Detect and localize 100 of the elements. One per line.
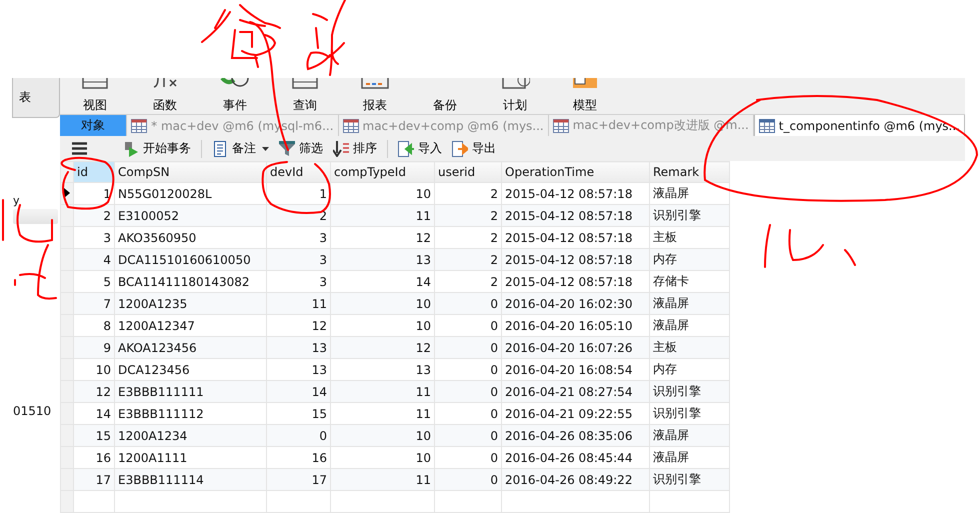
model-icon [570,78,600,90]
column-header[interactable]: compTypeId [330,162,434,182]
table-cell: 0 [434,402,502,424]
table-cell: 2016-04-21 08:27:54 [502,380,650,402]
toolbar-button[interactable]: 排序 [331,138,379,160]
table-button[interactable]: 表 [12,78,60,118]
table-icon [290,78,320,90]
table-cell: 液晶屏 [650,314,730,336]
table-cell: 14 [74,402,114,424]
tab[interactable]: 对象 [60,115,128,136]
table-cell: 11 [266,292,330,314]
column-header[interactable]: userid [434,162,502,182]
table-cell: 存储卡 [650,270,730,292]
table-icon [552,118,569,133]
table-cell: 0 [434,424,502,446]
table-cell: 2015-04-12 08:57:18 [502,204,650,226]
table-cell: 11 [330,468,434,490]
table-cell: 识别引擎 [650,380,730,402]
menu-icon[interactable] [72,142,87,156]
table-cell: 主板 [650,336,730,358]
table-cell: 0 [434,336,502,358]
table-cell: 10 [330,182,434,204]
table-cell: 7 [74,292,114,314]
export-icon [452,140,468,157]
toolbar-button[interactable]: 导入 [396,138,444,160]
table-cell: 11 [330,380,434,402]
table-cell: 16 [74,446,114,468]
toolbar-button[interactable]: 备份 [410,78,480,114]
column-header[interactable]: OperationTime [502,162,650,182]
column-header[interactable]: id [74,162,114,182]
table-cell: E3BBB111114 [114,468,266,490]
table-cell: 主板 [650,226,730,248]
table-cell: 2 [434,204,502,226]
toolbar-button[interactable]: 函数 [130,78,200,114]
table-cell: 2015-04-12 08:57:18 [502,270,650,292]
sidebar-field[interactable] [13,209,58,224]
table-cell: 10 [74,358,114,380]
table-cell: 3 [266,226,330,248]
table-cell: 2016-04-26 08:45:44 [502,446,650,468]
toolbar-button[interactable]: 报表 [340,78,410,114]
table-cell: E3BBB111111 [114,380,266,402]
table-cell: 14 [330,270,434,292]
table-cell: 15 [266,402,330,424]
table-cell: 2 [434,248,502,270]
table-cell: 2016-04-21 09:22:55 [502,402,650,424]
toolbar-button[interactable]: 视图 [60,78,130,114]
table-cell: 5 [74,270,114,292]
calendar-icon [500,78,530,90]
table-cell: 2015-04-12 08:57:18 [502,226,650,248]
table-cell: DCA11510160610050 [114,248,266,270]
table-cell: 2016-04-20 16:07:26 [502,336,650,358]
column-header[interactable]: CompSN [114,162,266,182]
table-cell: E3100052 [114,204,266,226]
table-cell: 16 [266,446,330,468]
table-cell: 17 [266,468,330,490]
table-cell: 3 [266,270,330,292]
sort-icon [333,140,349,157]
toolbar-button[interactable]: 导出 [450,138,498,160]
column-header[interactable]: Remark [650,162,730,182]
table-cell: 液晶屏 [650,292,730,314]
table-cell: 液晶屏 [650,182,730,204]
table-cell: 识别引擎 [650,402,730,424]
chart-icon [360,78,390,90]
table-icon [131,118,148,133]
table-cell: 1 [266,182,330,204]
table-cell: 0 [434,446,502,468]
table-cell: 8 [74,314,114,336]
table-cell: 识别引擎 [650,468,730,490]
table-cell: 12 [74,380,114,402]
caret-icon [262,146,269,151]
table-cell: 3 [266,248,330,270]
toolbar-button[interactable]: 备注 [210,138,271,160]
sidebar-text: 01510 [13,404,52,418]
table-cell: 2015-04-12 08:57:18 [502,182,650,204]
table-cell: 2016-04-26 08:35:06 [502,424,650,446]
table-cell: 液晶屏 [650,446,730,468]
table-cell: 12 [330,226,434,248]
toolbar-button[interactable]: 筛选 [277,138,325,160]
document-icon [212,140,228,157]
toolbar-button[interactable]: 查询 [270,78,340,114]
table-cell: BCA11411180143082 [114,270,266,292]
column-header[interactable]: devId [266,162,330,182]
table-cell: 0 [266,424,330,446]
toolbar-button[interactable]: 事件 [200,78,270,114]
table-cell: 内存 [650,358,730,380]
table-cell: 1200A1235 [114,292,266,314]
table-cell: 0 [434,358,502,380]
table-cell: 0 [434,314,502,336]
table-icon [342,118,359,133]
table-cell: 13 [266,336,330,358]
table-cell: 1200A12347 [114,314,266,336]
table-cell: AKO3560950 [114,226,266,248]
table-cell: 液晶屏 [650,424,730,446]
table-cell: 0 [434,468,502,490]
table-cell: E3BBB111112 [114,402,266,424]
table-cell: 2016-04-26 08:49:22 [502,468,650,490]
toolbar-button[interactable]: 开始事务 [121,138,193,160]
toolbar-button[interactable]: 计划 [480,78,550,114]
table-cell: 2016-04-20 16:08:54 [502,358,650,380]
toolbar-button[interactable]: 模型 [550,78,620,114]
